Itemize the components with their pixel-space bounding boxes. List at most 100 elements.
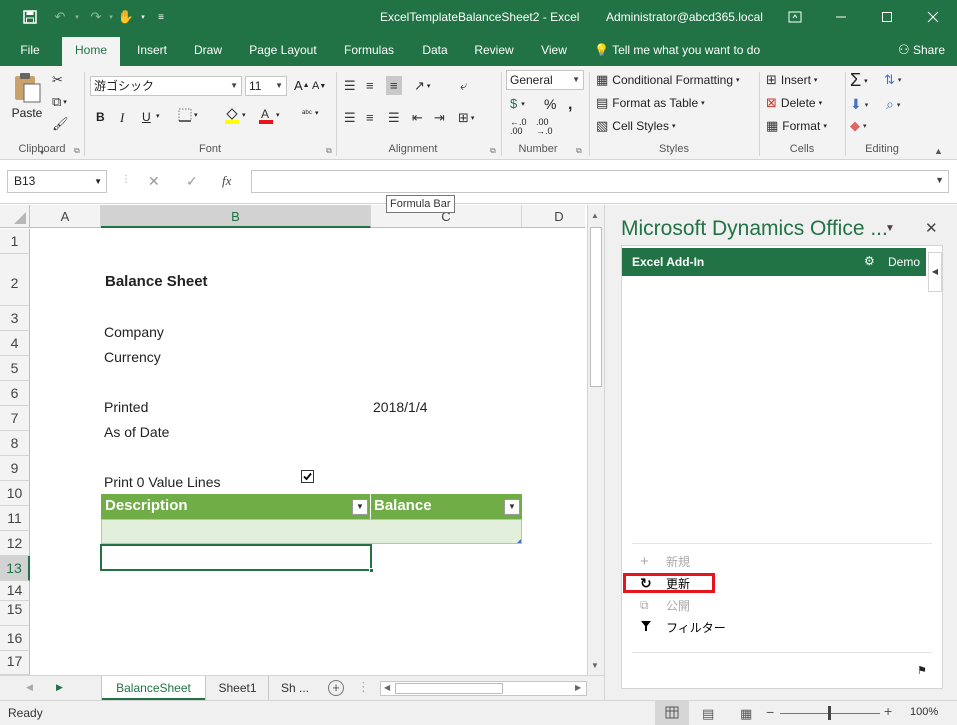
horizontal-scrollbar[interactable]: ◀ ▶ (380, 681, 587, 696)
font-color-icon[interactable]: A ▾ (258, 106, 280, 124)
insert-cells-button[interactable]: ⊞ Insert ▾ (766, 72, 817, 88)
row-header[interactable]: 14 (0, 581, 30, 601)
row-header[interactable]: 2 (0, 254, 30, 306)
close-pane-icon[interactable]: ✕ (925, 219, 938, 237)
scroll-left-icon[interactable]: ◀ (384, 683, 390, 692)
cancel-entry-icon[interactable]: ✕ (148, 173, 160, 190)
scroll-thumb[interactable] (590, 227, 602, 387)
sheet-tab-more[interactable]: Sh ... (272, 676, 318, 700)
scroll-down-icon[interactable]: ▼ (591, 661, 599, 670)
select-all-corner[interactable] (0, 205, 30, 228)
conditional-formatting-button[interactable]: ▦ Conditional Formatting ▾ (596, 72, 740, 88)
alignment-launcher-icon[interactable]: ⧉ (490, 146, 496, 156)
underline-dropdown-icon[interactable]: ▾ (156, 112, 160, 120)
as-of-date-label[interactable]: As of Date (104, 424, 169, 440)
row-header[interactable]: 10 (0, 481, 30, 506)
tab-formulas[interactable]: Formulas (336, 34, 402, 66)
underline-button[interactable]: U (142, 110, 151, 124)
filter-dropdown-icon[interactable]: ▼ (504, 499, 520, 515)
percent-style-icon[interactable]: % (544, 96, 556, 112)
zoom-level[interactable]: 100% (910, 706, 938, 718)
confirm-entry-icon[interactable]: ✓ (186, 173, 198, 190)
find-select-icon[interactable]: ⌕ ▾ (886, 96, 900, 113)
fill-handle[interactable] (369, 568, 374, 573)
touch-dropdown-icon[interactable]: ▾ (138, 8, 148, 26)
zoom-out-icon[interactable]: − (766, 704, 774, 720)
expand-pane-icon[interactable]: ◀ (928, 252, 942, 292)
filter-action[interactable]: フィルター (640, 618, 726, 636)
tab-file[interactable]: File (8, 34, 52, 66)
row-header[interactable]: 17 (0, 651, 30, 675)
row-header[interactable]: 15 (0, 601, 30, 626)
italic-button[interactable]: I (120, 110, 124, 126)
ribbon-display-options-icon[interactable] (772, 0, 818, 34)
close-icon[interactable] (910, 0, 956, 34)
paste-button[interactable]: Paste (10, 72, 44, 128)
refresh-action[interactable]: ↻ 更新 (640, 574, 690, 592)
tab-insert[interactable]: Insert (128, 34, 176, 66)
sort-filter-icon[interactable]: ⇅ ▾ (884, 72, 901, 88)
delete-cells-button[interactable]: ⊠ Delete ▾ (766, 95, 822, 111)
fill-icon[interactable]: ⬇ ▾ (850, 96, 868, 113)
next-sheet-icon[interactable]: ▶ (56, 682, 63, 693)
new-action[interactable]: + 新規 (640, 552, 690, 570)
table-header-description[interactable]: Description ▼ (101, 494, 371, 519)
format-painter-icon[interactable]: 🖌 (52, 116, 69, 132)
row-header[interactable]: 1 (0, 229, 30, 254)
tab-home[interactable]: Home (62, 37, 120, 66)
redo-dropdown-icon[interactable]: ▾ (106, 8, 116, 26)
cell-styles-button[interactable]: ▧ Cell Styles ▾ (596, 118, 676, 134)
font-name-combo[interactable]: 游ゴシック ▼ (90, 76, 242, 96)
row-header[interactable]: 7 (0, 406, 30, 431)
filter-dropdown-icon[interactable]: ▼ (352, 499, 368, 515)
fill-color-icon[interactable]: ▾ (224, 106, 246, 124)
settings-gear-icon[interactable]: ⚙ (864, 254, 875, 268)
maximize-icon[interactable] (864, 0, 910, 34)
comma-style-icon[interactable]: , (568, 96, 572, 114)
tab-page-layout[interactable]: Page Layout (244, 34, 322, 66)
undo-dropdown-icon[interactable]: ▾ (72, 8, 82, 26)
customize-qat-icon[interactable]: ≡ (154, 8, 168, 26)
zoom-in-icon[interactable]: + (884, 703, 892, 719)
collapse-ribbon-icon[interactable]: ▲ (934, 146, 943, 156)
minimize-icon[interactable] (818, 0, 864, 34)
number-launcher-icon[interactable]: ⧉ (576, 146, 582, 156)
row-header[interactable]: 11 (0, 506, 30, 531)
tab-split-icon[interactable]: ⋮ (357, 679, 370, 695)
expand-formula-icon[interactable]: ▼ (935, 175, 944, 185)
row-header[interactable]: 6 (0, 381, 30, 406)
printed-date[interactable]: 2018/1/4 (373, 399, 428, 415)
accounting-format-icon[interactable]: $ ▾ (510, 96, 525, 111)
increase-decimal-icon[interactable]: ←.0.00 (510, 118, 527, 136)
merge-center-icon[interactable]: ⊞ ▾ (458, 110, 474, 126)
phonetic-icon[interactable]: ᵃᵇᶜ ▾ (302, 108, 318, 118)
page-break-view-icon[interactable]: ▦ (740, 706, 752, 722)
sheet-tab-balancesheet[interactable]: BalanceSheet (102, 676, 205, 700)
number-format-combo[interactable]: General ▼ (506, 70, 584, 90)
row-header[interactable]: 12 (0, 531, 30, 556)
table-data-row[interactable] (101, 519, 522, 544)
save-icon[interactable] (20, 8, 40, 26)
redo-icon[interactable]: ↷ (86, 8, 106, 26)
add-sheet-icon[interactable]: + (328, 680, 344, 696)
wrap-text-icon[interactable]: ⤶ (460, 78, 467, 94)
bold-button[interactable]: B (96, 110, 105, 124)
page-layout-view-icon[interactable]: ▤ (702, 706, 714, 722)
borders-icon[interactable]: ▾ (178, 108, 198, 122)
align-right-icon[interactable]: ☰ (388, 110, 400, 126)
bottom-align-icon[interactable]: ≡ (386, 76, 402, 95)
flag-icon[interactable]: ⚑ (917, 664, 927, 677)
company-label[interactable]: Company (104, 324, 164, 340)
prev-sheet-icon[interactable]: ◀ (26, 682, 33, 693)
clipboard-launcher-icon[interactable]: ⧉ (74, 146, 80, 156)
top-align-icon[interactable]: ☰ (344, 78, 356, 94)
increase-font-icon[interactable]: A ▲ (294, 78, 310, 93)
orientation-icon[interactable]: ↗ ▾ (414, 78, 430, 94)
tab-view[interactable]: View (534, 34, 574, 66)
align-center-icon[interactable]: ≡ (366, 110, 374, 125)
cut-icon[interactable]: ✂ (52, 72, 63, 88)
sheet-title[interactable]: Balance Sheet (105, 273, 208, 290)
account-name[interactable]: Administrator@abcd365.local (606, 10, 763, 24)
print-zero-value-label[interactable]: Print 0 Value Lines (104, 474, 220, 490)
tab-data[interactable]: Data (414, 34, 456, 66)
